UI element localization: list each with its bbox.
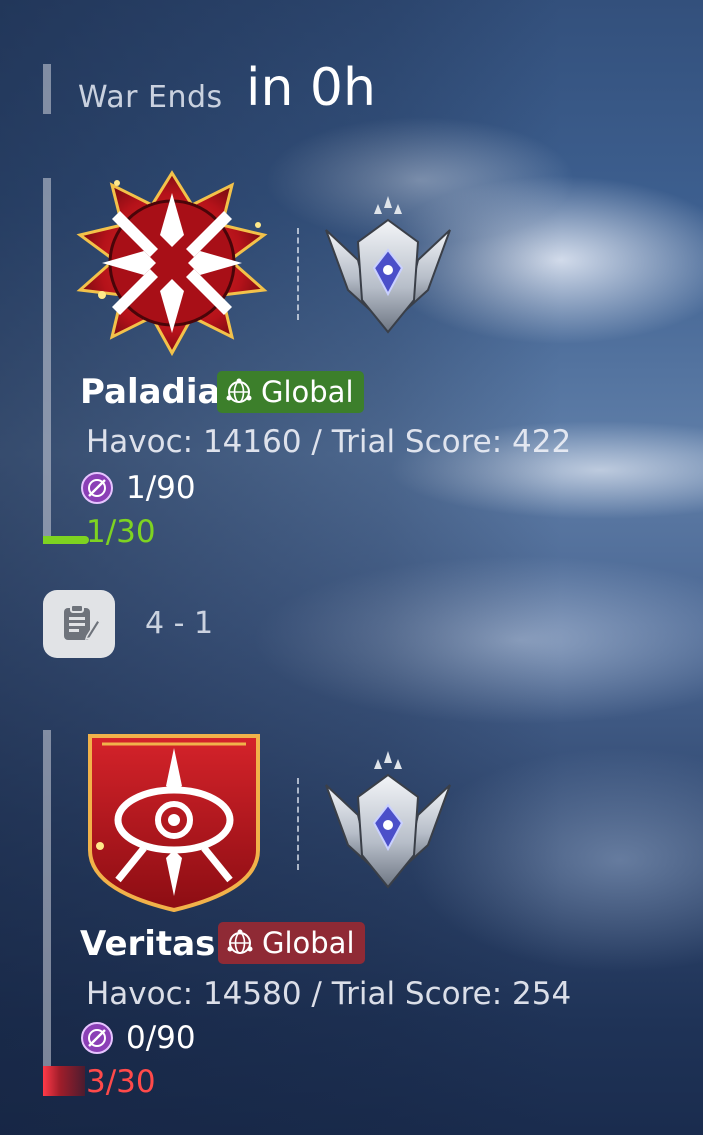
guild-1-name[interactable]: Paladia: [80, 372, 220, 412]
silver-winged-rank-icon[interactable]: [318, 190, 458, 340]
red-eye-shield-icon[interactable]: [82, 730, 266, 915]
ticket-icon: [81, 1022, 113, 1054]
guild-2-name[interactable]: Veritas: [80, 924, 215, 964]
silver-winged-rank-icon[interactable]: [318, 745, 458, 895]
match-score: 4 - 1: [145, 606, 214, 641]
guild-2-progress: 3/30: [86, 1064, 156, 1100]
guild-1-progress-bar: [43, 536, 89, 544]
clipboard-edit-icon: [64, 604, 101, 641]
war-ends-label: War Ends: [78, 80, 223, 115]
guild-2-region-label: Global: [262, 926, 355, 960]
battle-log-button[interactable]: [43, 590, 115, 658]
guild-1-stats: Havoc: 14160 / Trial Score: 422: [86, 424, 572, 460]
guild-2-stats: Havoc: 14580 / Trial Score: 254: [86, 976, 572, 1012]
guild-2-divider: [297, 778, 301, 870]
war-ends-timer: in 0h: [246, 58, 376, 118]
ticket-icon: [81, 472, 113, 504]
guild-1-divider: [297, 228, 301, 320]
guild-2-tickets: 0/90: [80, 1020, 196, 1056]
guild-1-tickets: 1/90: [80, 470, 196, 506]
guild-1-side-bar: [43, 178, 51, 540]
guild-1-progress: 1/30: [86, 514, 156, 550]
guild-1-tickets-count: 1/90: [126, 470, 196, 506]
globe-icon: [227, 929, 253, 954]
red-cross-crest-icon[interactable]: [72, 165, 272, 360]
guild-1-region-badge: Global: [217, 371, 364, 413]
guild-2-progress-bar: [43, 1066, 85, 1096]
guild-2-tickets-count: 0/90: [126, 1020, 196, 1056]
guild-2-side-bar: [43, 730, 51, 1096]
guild-1-region-label: Global: [261, 375, 354, 409]
guild-2-region-badge: Global: [218, 922, 365, 964]
globe-icon: [226, 378, 252, 403]
header-accent-bar: [43, 64, 51, 114]
